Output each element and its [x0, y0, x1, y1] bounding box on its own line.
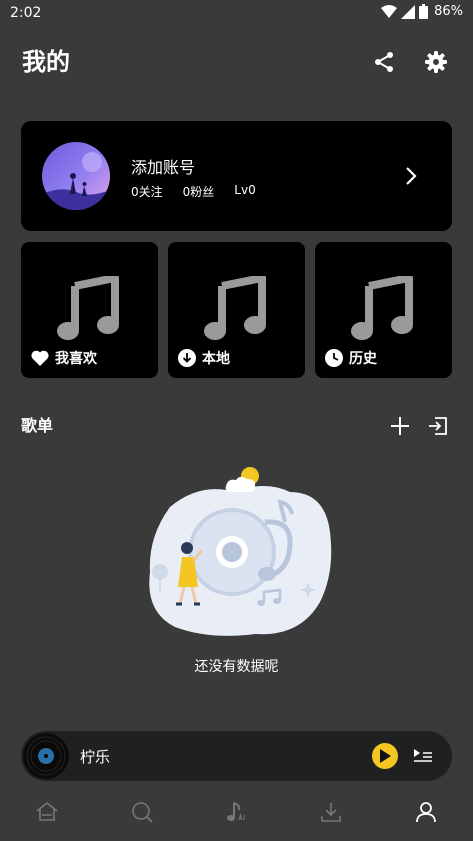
download-circle-icon — [178, 349, 196, 367]
download-icon — [321, 803, 341, 822]
nav-profile[interactable] — [378, 790, 473, 834]
account-card[interactable]: 添加账号 0关注 0粉丝 Lv0 — [21, 121, 452, 231]
music-note-ai-icon — [227, 802, 245, 821]
signal-icon — [401, 4, 416, 19]
play-icon — [380, 749, 391, 763]
local-card[interactable]: 本地 — [168, 242, 305, 378]
home-icon — [36, 801, 58, 821]
chevron-right-icon[interactable] — [400, 165, 422, 187]
status-bar: 2:02 86% — [0, 0, 473, 28]
import-icon[interactable] — [426, 414, 450, 438]
play-button[interactable] — [372, 743, 398, 769]
nav-home[interactable] — [0, 790, 95, 834]
playlist-header: 歌单 — [21, 414, 452, 438]
add-icon[interactable] — [388, 414, 412, 438]
following-count[interactable]: 0关注 — [131, 183, 163, 200]
nav-download[interactable] — [284, 790, 379, 834]
music-note-icon — [204, 276, 266, 340]
user-icon — [415, 802, 436, 823]
favorites-label: 我喜欢 — [31, 348, 97, 368]
vinyl-disc-icon[interactable] — [23, 733, 69, 779]
empty-state-illustration — [149, 467, 332, 636]
favorites-text: 我喜欢 — [55, 351, 97, 367]
favorites-card[interactable]: 我喜欢 — [21, 242, 158, 378]
status-time: 2:02 — [10, 5, 42, 21]
account-name: 添加账号 — [131, 158, 196, 177]
wifi-icon — [381, 4, 398, 18]
bottom-nav — [0, 790, 473, 834]
avatar[interactable] — [42, 142, 110, 210]
player-title: 柠乐 — [80, 748, 111, 766]
music-note-icon — [351, 276, 413, 340]
clock-icon — [325, 349, 343, 367]
nav-ai-music[interactable] — [189, 790, 284, 834]
music-note-icon — [57, 276, 119, 340]
gear-icon[interactable] — [424, 50, 448, 74]
heart-icon — [31, 350, 49, 366]
battery-icon — [419, 4, 429, 19]
nav-search[interactable] — [95, 790, 190, 834]
account-stats: 0关注 0粉丝 Lv0 — [131, 183, 276, 200]
status-icons: 86% — [381, 4, 463, 19]
page-title: 我的 — [22, 48, 70, 76]
quick-cards: 我喜欢 本地 历史 — [21, 242, 452, 378]
share-icon[interactable] — [372, 50, 396, 74]
history-label: 历史 — [325, 348, 377, 368]
history-text: 历史 — [349, 351, 377, 367]
local-text: 本地 — [202, 351, 230, 367]
history-card[interactable]: 历史 — [315, 242, 452, 378]
mini-player[interactable]: 柠乐 — [21, 731, 452, 781]
battery-percentage: 86% — [434, 4, 463, 19]
user-level: Lv0 — [234, 183, 256, 197]
followers-count[interactable]: 0粉丝 — [183, 183, 215, 200]
empty-state-text: 还没有数据呢 — [194, 659, 279, 675]
search-icon — [132, 802, 153, 823]
local-label: 本地 — [178, 348, 230, 368]
header: 我的 — [0, 44, 473, 82]
playlist-queue-icon[interactable] — [413, 746, 433, 766]
